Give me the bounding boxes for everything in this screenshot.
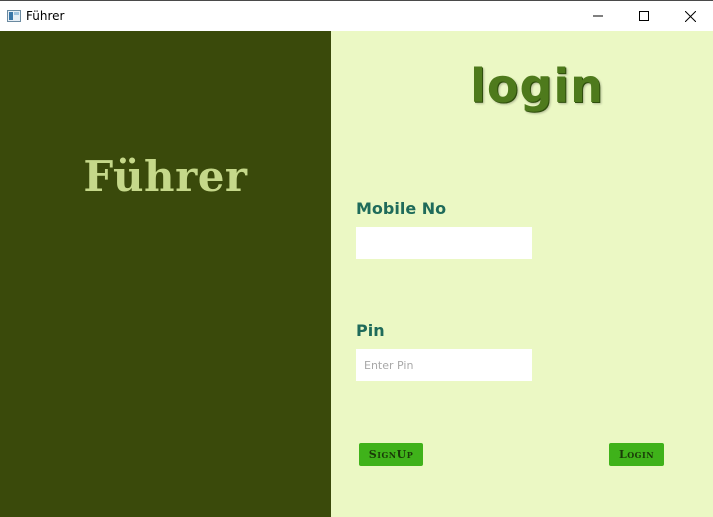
mobile-label: Mobile No [356, 199, 447, 218]
maximize-icon [639, 11, 649, 21]
login-heading: login [470, 59, 604, 113]
brand-panel: Führer [0, 31, 331, 517]
pin-input[interactable] [356, 349, 532, 381]
close-icon [684, 10, 696, 22]
maximize-button[interactable] [621, 1, 667, 31]
minimize-icon [593, 15, 603, 17]
login-panel: login Mobile No Pin SignUp Login [331, 31, 713, 517]
app-icon [7, 10, 21, 22]
minimize-button[interactable] [575, 1, 621, 31]
window-title: Führer [26, 9, 65, 23]
title-bar: Führer [0, 0, 713, 31]
mobile-input[interactable] [356, 227, 532, 259]
brand-title: Führer [83, 152, 248, 201]
pin-label: Pin [356, 321, 385, 340]
close-button[interactable] [667, 1, 713, 31]
login-button[interactable]: Login [609, 443, 664, 466]
signup-button[interactable]: SignUp [359, 443, 423, 466]
